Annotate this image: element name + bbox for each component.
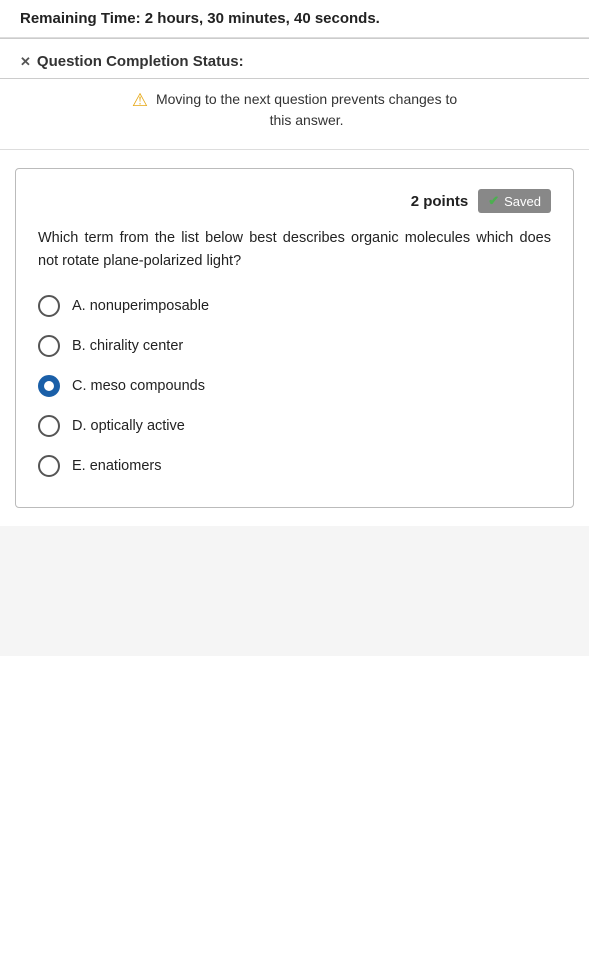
- option-b[interactable]: B. chirality center: [38, 335, 551, 357]
- saved-badge: ✔ Saved: [478, 189, 551, 213]
- warning-text: ⚠ Moving to the next question prevents c…: [20, 89, 569, 131]
- bottom-area: [0, 526, 589, 656]
- option-b-label: B. chirality center: [72, 338, 183, 354]
- remaining-time-label: Remaining Time:: [20, 10, 141, 27]
- warning-icon: ⚠: [132, 90, 148, 111]
- radio-a[interactable]: [38, 295, 60, 317]
- option-c-label: C. meso compounds: [72, 378, 205, 394]
- radio-b[interactable]: [38, 335, 60, 357]
- option-c[interactable]: C. meso compounds: [38, 375, 551, 397]
- points-row: 2 points ✔ Saved: [38, 189, 551, 213]
- points-label: 2 points: [411, 193, 469, 210]
- collapse-icon[interactable]: ✕: [20, 54, 31, 70]
- warning-box: ⚠ Moving to the next question prevents c…: [0, 79, 589, 150]
- page-container: Remaining Time: 2 hours, 30 minutes, 40 …: [0, 0, 589, 972]
- option-a[interactable]: A. nonuperimposable: [38, 295, 551, 317]
- remaining-time: Remaining Time: 2 hours, 30 minutes, 40 …: [20, 10, 569, 27]
- remaining-time-value: 2 hours, 30 minutes, 40 seconds.: [145, 10, 380, 27]
- question-completion-section: ✕ Question Completion Status:: [0, 39, 589, 79]
- option-d[interactable]: D. optically active: [38, 415, 551, 437]
- warning-line2: this answer.: [270, 112, 344, 128]
- question-completion-label: Question Completion Status:: [37, 53, 244, 70]
- option-e[interactable]: E. enatiomers: [38, 455, 551, 477]
- option-e-label: E. enatiomers: [72, 458, 161, 474]
- warning-message: Moving to the next question prevents cha…: [156, 89, 457, 131]
- radio-e[interactable]: [38, 455, 60, 477]
- option-a-label: A. nonuperimposable: [72, 298, 209, 314]
- saved-label: Saved: [504, 194, 541, 209]
- option-d-label: D. optically active: [72, 418, 185, 434]
- question-text: Which term from the list below best desc…: [38, 227, 551, 273]
- question-card: 2 points ✔ Saved Which term from the lis…: [15, 168, 574, 508]
- saved-check-icon: ✔: [488, 193, 499, 209]
- radio-c-inner: [44, 381, 54, 391]
- options-list: A. nonuperimposable B. chirality center …: [38, 295, 551, 477]
- warning-line1: Moving to the next question prevents cha…: [156, 91, 457, 107]
- top-bar: Remaining Time: 2 hours, 30 minutes, 40 …: [0, 0, 589, 38]
- radio-d[interactable]: [38, 415, 60, 437]
- radio-c[interactable]: [38, 375, 60, 397]
- question-completion-title: ✕ Question Completion Status:: [20, 53, 569, 70]
